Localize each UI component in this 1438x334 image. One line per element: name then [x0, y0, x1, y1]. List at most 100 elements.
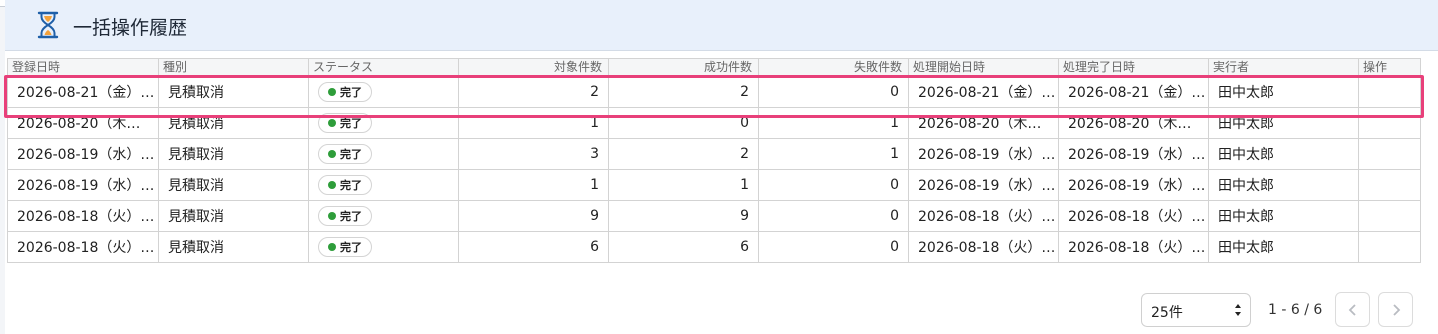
per-page-select[interactable]: 25件 [1141, 293, 1251, 327]
cell-user: 田中太郎 [1208, 76, 1359, 108]
cell-success-count: 0 [608, 107, 759, 139]
cell-actions [1358, 138, 1421, 170]
cell-target-count: 2 [458, 76, 609, 108]
status-badge: 完了 [318, 175, 372, 195]
status-dot-icon [328, 88, 336, 96]
cell-actions [1358, 200, 1421, 232]
cell-user: 田中太郎 [1208, 107, 1359, 139]
status-badge: 完了 [318, 144, 372, 164]
page-range-text: 1 - 6 / 6 [1268, 302, 1323, 318]
cell-failed-count: 0 [758, 200, 909, 232]
per-page-value: 25件 [1151, 305, 1183, 321]
cell-failed-count: 0 [758, 169, 909, 201]
chevron-right-icon [1393, 304, 1401, 316]
column-header-failed-count[interactable]: 失敗件数 [758, 58, 909, 77]
status-badge: 完了 [318, 113, 372, 133]
column-header-start-time[interactable]: 処理開始日時 [908, 58, 1059, 77]
cell-actions [1358, 169, 1421, 201]
status-dot-icon [328, 150, 336, 158]
cell-registered: 2026-08-20（木… [7, 107, 159, 139]
chevron-left-icon [1348, 304, 1356, 316]
column-header-success-count[interactable]: 成功件数 [608, 58, 759, 77]
cell-target-count: 1 [458, 107, 609, 139]
status-dot-icon [328, 181, 336, 189]
cell-user: 田中太郎 [1208, 200, 1359, 232]
cell-start-time: 2026-08-19（水）… [908, 138, 1059, 170]
cell-type: 見積取消 [158, 200, 309, 232]
table-row[interactable]: 2026-08-18（火）… 見積取消 完了 6 6 0 2026-08-18（… [7, 231, 1421, 263]
cell-end-time: 2026-08-19（水）… [1058, 169, 1209, 201]
column-header-actions: 操作 [1358, 58, 1421, 77]
cell-end-time: 2026-08-19（水）… [1058, 138, 1209, 170]
status-dot-icon [328, 119, 336, 127]
table-row[interactable]: 2026-08-18（火）… 見積取消 完了 9 9 0 2026-08-18（… [7, 200, 1421, 232]
cell-target-count: 6 [458, 231, 609, 263]
cell-start-time: 2026-08-18（火）… [908, 200, 1059, 232]
cell-type: 見積取消 [158, 107, 309, 139]
column-header-user[interactable]: 実行者 [1208, 58, 1359, 77]
status-dot-icon [328, 243, 336, 251]
status-badge: 完了 [318, 82, 372, 102]
cell-end-time: 2026-08-21（金）… [1058, 76, 1209, 108]
cell-end-time: 2026-08-20（木… [1058, 107, 1209, 139]
cell-failed-count: 0 [758, 231, 909, 263]
cell-target-count: 3 [458, 138, 609, 170]
table-row[interactable]: 2026-08-19（水）… 見積取消 完了 1 1 0 2026-08-19（… [7, 169, 1421, 201]
cell-failed-count: 0 [758, 76, 909, 108]
cell-success-count: 2 [608, 76, 759, 108]
cell-failed-count: 1 [758, 138, 909, 170]
column-header-registered[interactable]: 登録日時 [7, 58, 159, 77]
table-row[interactable]: 2026-08-19（水）… 見積取消 完了 3 2 1 2026-08-19（… [7, 138, 1421, 170]
cell-start-time: 2026-08-19（水）… [908, 169, 1059, 201]
cell-registered: 2026-08-18（火）… [7, 231, 159, 263]
cell-registered: 2026-08-18（火）… [7, 200, 159, 232]
history-table: 登録日時 種別 ステータス 対象件数 成功件数 失敗件数 処理開始日時 処理完了… [7, 58, 1421, 263]
column-header-target-count[interactable]: 対象件数 [458, 58, 609, 77]
table-row[interactable]: 2026-08-21（金）… 見積取消 完了 2 2 0 2026-08-21（… [7, 76, 1421, 108]
cell-success-count: 6 [608, 231, 759, 263]
cell-status: 完了 [308, 138, 459, 170]
select-arrows-icon [1235, 304, 1241, 316]
cell-success-count: 2 [608, 138, 759, 170]
cell-registered: 2026-08-19（水）… [7, 138, 159, 170]
cell-start-time: 2026-08-21（金）… [908, 76, 1059, 108]
cell-status: 完了 [308, 200, 459, 232]
cell-end-time: 2026-08-18（火）… [1058, 200, 1209, 232]
cell-type: 見積取消 [158, 138, 309, 170]
column-header-end-time[interactable]: 処理完了日時 [1058, 58, 1209, 77]
table-row[interactable]: 2026-08-20（木… 見積取消 完了 1 0 1 2026-08-20（木… [7, 107, 1421, 139]
table-header-row: 登録日時 種別 ステータス 対象件数 成功件数 失敗件数 処理開始日時 処理完了… [7, 58, 1421, 77]
cell-status: 完了 [308, 169, 459, 201]
column-header-status[interactable]: ステータス [308, 58, 459, 77]
status-badge: 完了 [318, 237, 372, 257]
cell-user: 田中太郎 [1208, 138, 1359, 170]
cell-status: 完了 [308, 107, 459, 139]
page-title: 一括操作履歴 [73, 17, 188, 39]
status-badge: 完了 [318, 206, 372, 226]
cell-type: 見積取消 [158, 169, 309, 201]
cell-status: 完了 [308, 76, 459, 108]
hourglass-icon [37, 11, 59, 39]
cell-failed-count: 1 [758, 107, 909, 139]
status-dot-icon [328, 212, 336, 220]
cell-actions [1358, 231, 1421, 263]
cell-target-count: 9 [458, 200, 609, 232]
cell-type: 見積取消 [158, 76, 309, 108]
cell-target-count: 1 [458, 169, 609, 201]
cell-user: 田中太郎 [1208, 169, 1359, 201]
cell-start-time: 2026-08-20（木… [908, 107, 1059, 139]
page-header: 一括操作履歴 [5, 0, 1438, 51]
cell-actions [1358, 107, 1421, 139]
cell-registered: 2026-08-19（水）… [7, 169, 159, 201]
cell-success-count: 9 [608, 200, 759, 232]
cell-user: 田中太郎 [1208, 231, 1359, 263]
cell-success-count: 1 [608, 169, 759, 201]
column-header-type[interactable]: 種別 [158, 58, 309, 77]
next-page-button[interactable] [1378, 292, 1413, 327]
cell-registered: 2026-08-21（金）… [7, 76, 159, 108]
cell-type: 見積取消 [158, 231, 309, 263]
cell-end-time: 2026-08-18（火）… [1058, 231, 1209, 263]
cell-start-time: 2026-08-18（火）… [908, 231, 1059, 263]
prev-page-button[interactable] [1335, 292, 1370, 327]
cell-actions [1358, 76, 1421, 108]
